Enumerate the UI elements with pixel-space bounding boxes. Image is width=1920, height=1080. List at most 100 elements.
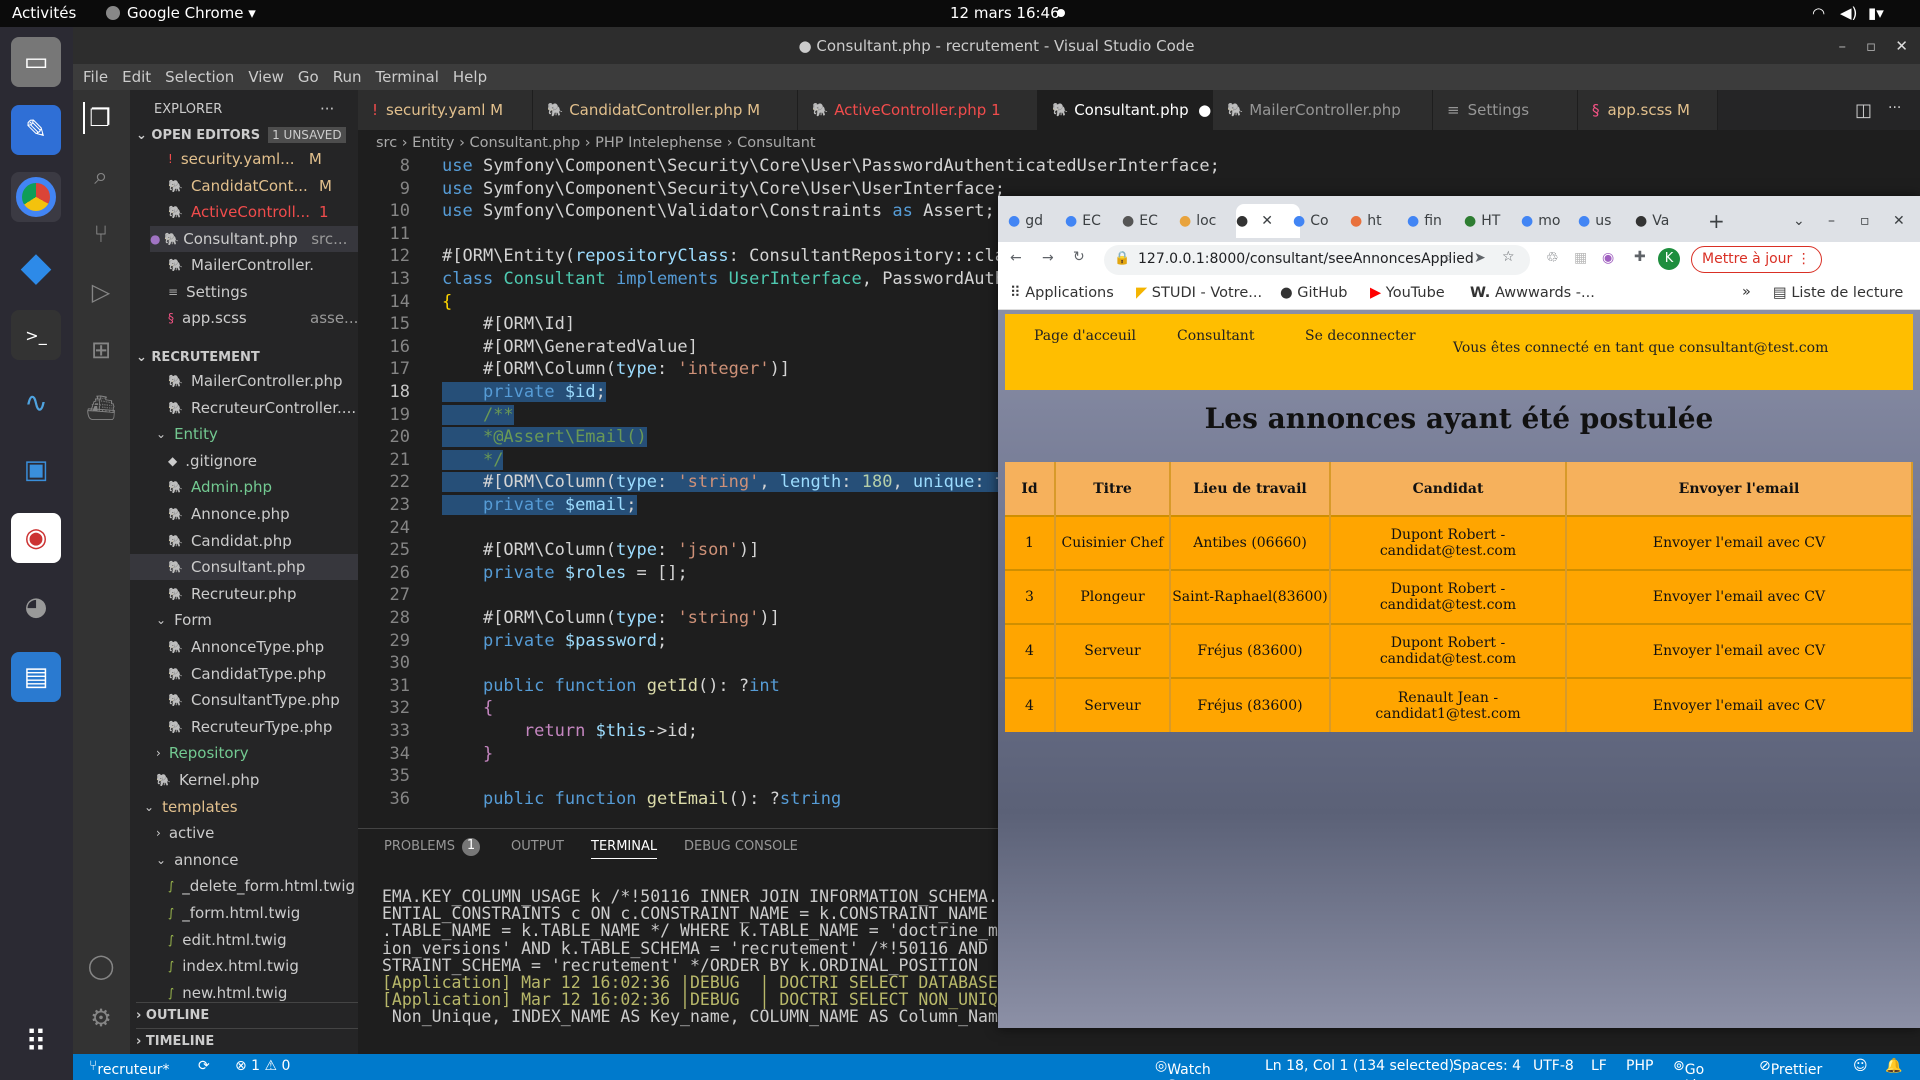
run-debug-icon[interactable]: ▷: [85, 276, 117, 308]
tab-debug-console[interactable]: DEBUG CONSOLE: [684, 839, 798, 854]
extensions-puzzle-icon[interactable]: ✚: [1634, 249, 1646, 265]
menu-view[interactable]: View: [248, 68, 284, 86]
breadcrumb-text[interactable]: src › Entity › Consultant.php › PHP Inte…: [376, 135, 816, 151]
sync-icon[interactable]: ⟳: [198, 1058, 210, 1074]
project-header[interactable]: ⌄ RECRUTEMENT: [136, 344, 364, 370]
chrome-tab[interactable]: ● EC: [1065, 208, 1119, 234]
nav-consultant[interactable]: Consultant: [1177, 328, 1254, 344]
forward-icon[interactable]: →: [1042, 250, 1054, 266]
cursor-position[interactable]: Ln 18, Col 1 (134 selected): [1265, 1058, 1454, 1074]
folder-item[interactable]: › active: [156, 820, 384, 846]
extension-1-icon[interactable]: ♲: [1546, 250, 1559, 266]
menu-go[interactable]: Go: [298, 68, 319, 86]
gimp-icon[interactable]: ◕: [11, 582, 61, 632]
timeline-section[interactable]: › TIMELINE: [136, 1028, 364, 1054]
editor-more-icon[interactable]: ···: [1888, 100, 1901, 116]
maximize-icon[interactable]: ▫: [1866, 37, 1876, 55]
bookmark-github[interactable]: ● GitHub: [1280, 285, 1348, 301]
tab-mailer-controller[interactable]: 🐘 MailerController.php: [1213, 90, 1433, 130]
bookmark-awwwards[interactable]: W. Awwwards -...: [1470, 285, 1595, 301]
menu-file[interactable]: File: [83, 68, 108, 86]
menu-edit[interactable]: Edit: [122, 68, 151, 86]
account-icon[interactable]: ◯: [85, 950, 117, 982]
open-editor-item[interactable]: ≡ Settings: [150, 279, 378, 305]
close-icon[interactable]: ✕: [1895, 37, 1908, 55]
close-tab-icon[interactable]: ✕: [1261, 213, 1273, 229]
tab-consultant[interactable]: 🐘 Consultant.php ●: [1038, 90, 1213, 130]
tab-candidat-controller[interactable]: 🐘 CandidatController.php M: [533, 90, 798, 130]
search-icon[interactable]: ⌕: [85, 160, 117, 192]
chrome-icon[interactable]: [11, 172, 61, 222]
indentation[interactable]: Spaces: 4: [1453, 1058, 1521, 1074]
tab-security-yaml[interactable]: ! security.yaml M: [358, 90, 533, 130]
text-editor-icon[interactable]: ✎: [11, 105, 61, 155]
go-live-button[interactable]: ⊚ Go Live: [1673, 1058, 1713, 1080]
more-actions-icon[interactable]: ···: [320, 96, 350, 122]
profile-avatar[interactable]: K: [1658, 248, 1680, 270]
open-editor-item[interactable]: ● 🐘 Consultant.php src...: [150, 225, 378, 252]
activities-button[interactable]: Activités: [12, 4, 76, 22]
image-viewer-icon[interactable]: ◉: [11, 513, 61, 563]
folder-item[interactable]: ⌄ templates: [144, 794, 372, 820]
chrome-tab[interactable]: ● Va: [1635, 208, 1689, 234]
chrome-tab[interactable]: ● loc: [1179, 208, 1233, 234]
show-applications-icon[interactable]: ⠿: [11, 1017, 61, 1067]
folder-item[interactable]: ⌄ annonce: [156, 847, 384, 873]
zoom-search-icon[interactable]: ⌕: [1444, 250, 1452, 266]
tab-output[interactable]: OUTPUT: [511, 839, 564, 854]
chrome-tab[interactable]: ● HT: [1464, 208, 1518, 234]
file-item[interactable]: 🐘 Consultant.php: [130, 554, 358, 581]
chrome-tab[interactable]: ● gd: [1008, 208, 1062, 234]
terminal-icon[interactable]: >_: [11, 310, 61, 360]
manage-gear-icon[interactable]: ⚙: [85, 1002, 117, 1034]
tab-settings[interactable]: ≡ Settings: [1433, 90, 1578, 130]
bookmark-applications[interactable]: ⠿ Applications: [1010, 285, 1114, 301]
send-email-link[interactable]: Envoyer l'email avec CV: [1566, 677, 1913, 732]
lock-icon[interactable]: 🔒: [1114, 251, 1130, 266]
bookmark-star-icon[interactable]: ☆: [1502, 249, 1515, 265]
source-control-icon[interactable]: ⑂: [85, 218, 117, 250]
app-menu[interactable]: Google Chrome ▾: [127, 4, 256, 22]
remote-desktop-icon[interactable]: ▣: [11, 445, 61, 495]
chrome-maximize-icon[interactable]: ▫: [1860, 208, 1870, 234]
chrome-tab[interactable]: ● ht: [1350, 208, 1404, 234]
chrome-tab[interactable]: ● us: [1578, 208, 1632, 234]
notifications-bell-icon[interactable]: 🔔: [1885, 1058, 1902, 1074]
encoding[interactable]: UTF-8: [1533, 1058, 1574, 1074]
extension-2-icon[interactable]: ▦: [1574, 250, 1587, 266]
clock[interactable]: 12 mars 16:46: [950, 4, 1060, 22]
libreoffice-writer-icon[interactable]: ▤: [11, 652, 61, 702]
nav-home[interactable]: Page d'acceuil: [1034, 328, 1136, 344]
tab-active-controller[interactable]: 🐘 ActiveController.php 1: [798, 90, 1038, 130]
language-mode[interactable]: PHP: [1626, 1058, 1653, 1074]
tab-app-scss[interactable]: § app.scss M: [1578, 90, 1718, 130]
branch-indicator[interactable]: ⑂ recruteur*: [89, 1058, 170, 1078]
volume-icon[interactable]: ◀): [1840, 4, 1857, 22]
outline-section[interactable]: › OUTLINE: [136, 1002, 364, 1028]
folder-item[interactable]: › Repository: [156, 740, 384, 766]
open-editor-item[interactable]: 🐘 MailerController.p...: [150, 252, 378, 278]
file-item[interactable]: 🐘 Kernel.php: [156, 767, 384, 793]
problems-indicator[interactable]: ⊗ 1 ⚠ 0: [235, 1058, 290, 1074]
feedback-icon[interactable]: ☺: [1853, 1058, 1868, 1074]
open-editor-item[interactable]: 🐘 CandidatCont... M: [150, 173, 378, 199]
tab-search-icon[interactable]: ⌄: [1793, 208, 1805, 234]
chrome-tab[interactable]: ● Co: [1293, 208, 1347, 234]
open-editor-item[interactable]: ! security.yaml... M: [150, 146, 378, 172]
bookmark-studi[interactable]: ◤ STUDI - Votre...: [1136, 285, 1262, 301]
chrome-tab[interactable]: ● ✕: [1236, 204, 1300, 238]
send-email-link[interactable]: Envoyer l'email avec CV: [1566, 515, 1913, 570]
bookmarks-overflow-icon[interactable]: »: [1742, 284, 1751, 300]
extensions-icon[interactable]: ⊞: [85, 334, 117, 366]
battery-icon[interactable]: ▮▾: [1868, 4, 1884, 22]
chrome-tab[interactable]: ● mo: [1521, 208, 1575, 234]
nav-logout[interactable]: Se deconnecter: [1305, 328, 1416, 344]
folder-item[interactable]: ⌄ Entity: [156, 421, 384, 447]
reading-list[interactable]: ▤ Liste de lecture: [1773, 285, 1903, 301]
wifi-icon[interactable]: ◠: [1812, 4, 1825, 22]
docker-icon[interactable]: ⛴: [85, 392, 117, 424]
new-tab-button[interactable]: +: [1708, 208, 1725, 234]
send-icon[interactable]: ➤: [1474, 250, 1486, 266]
chrome-tab[interactable]: ● EC: [1122, 208, 1176, 234]
update-button[interactable]: Mettre à jour ⋮: [1691, 246, 1822, 273]
